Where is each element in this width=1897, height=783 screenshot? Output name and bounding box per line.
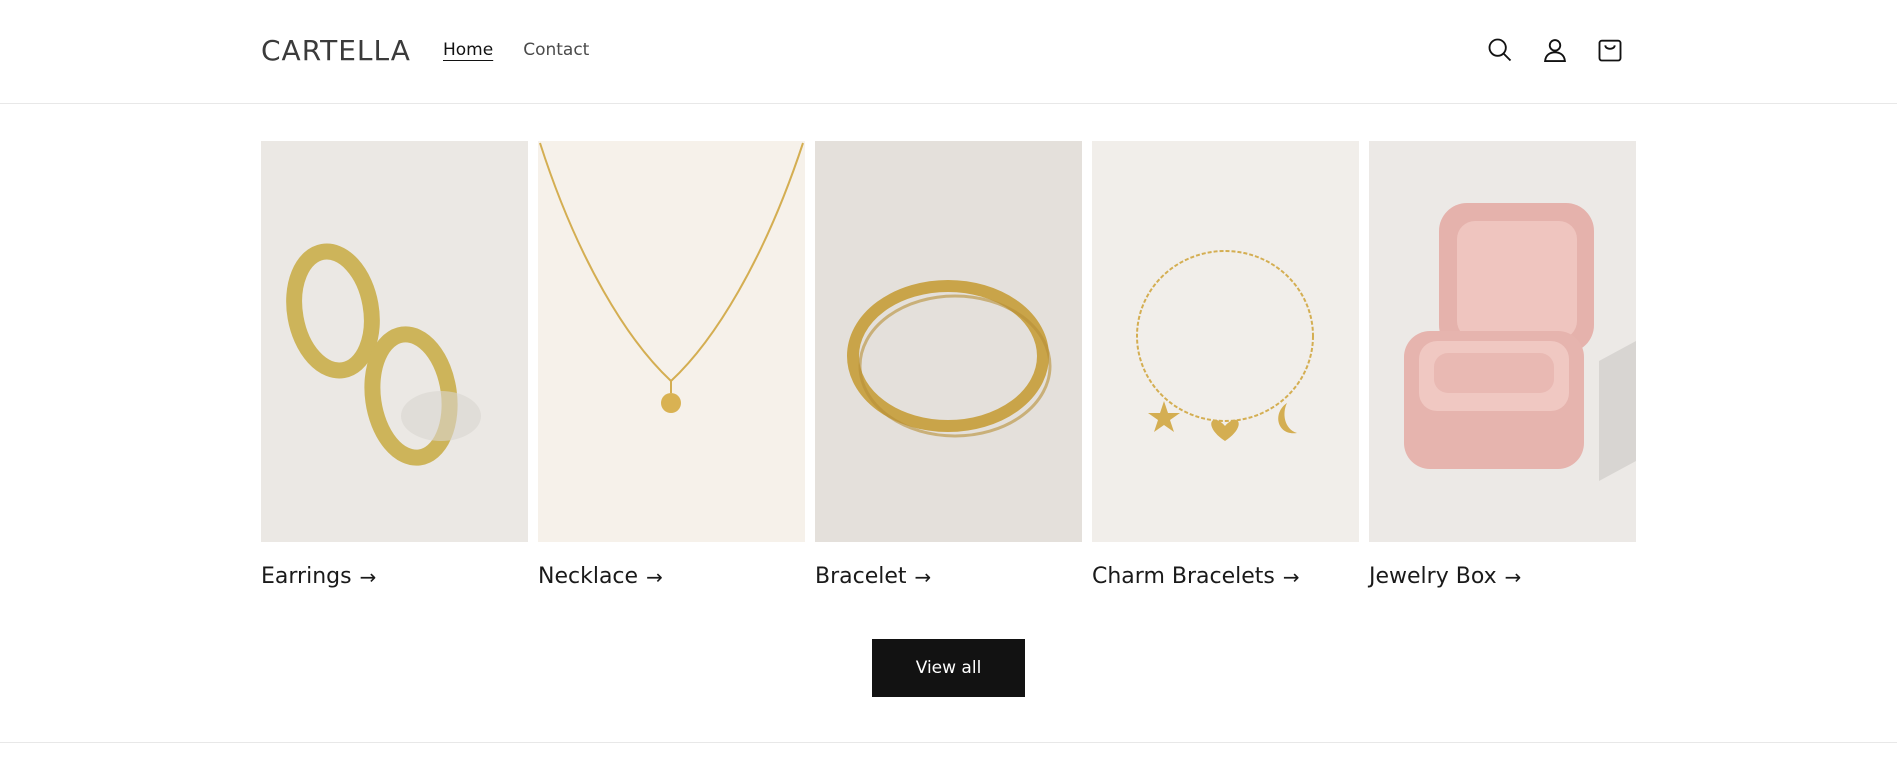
collection-card-necklace[interactable]: Necklace → — [538, 141, 805, 589]
arrow-right-icon: → — [1282, 564, 1300, 589]
collection-card-earrings[interactable]: Earrings → — [261, 141, 528, 589]
bracelet-image[interactable] — [815, 141, 1082, 542]
collection-label: Earrings — [261, 564, 352, 589]
account-icon[interactable] — [1539, 32, 1571, 68]
nav-contact-link[interactable]: Contact — [523, 40, 589, 60]
collection-title[interactable]: Charm Bracelets → — [1092, 564, 1359, 589]
arrow-right-icon: → — [359, 564, 377, 589]
header-icons — [1484, 32, 1626, 68]
collection-label: Jewelry Box — [1369, 564, 1497, 589]
collection-title[interactable]: Earrings → — [261, 564, 528, 589]
earrings-image[interactable] — [261, 141, 528, 542]
jewelry-box-image[interactable] — [1369, 141, 1636, 542]
collection-title[interactable]: Bracelet → — [815, 564, 1082, 589]
arrow-right-icon: → — [914, 564, 932, 589]
collection-label: Charm Bracelets — [1092, 564, 1275, 589]
site-header: CARTELLA Home Contact — [0, 0, 1897, 104]
footer-divider — [0, 742, 1897, 743]
charm-bracelets-image[interactable] — [1092, 141, 1359, 542]
necklace-image[interactable] — [538, 141, 805, 542]
collection-label: Necklace — [538, 564, 639, 589]
collection-title[interactable]: Jewelry Box → — [1369, 564, 1636, 589]
collection-card-bracelet[interactable]: Bracelet → — [815, 141, 1082, 589]
search-icon[interactable] — [1484, 32, 1516, 68]
collection-label: Bracelet — [815, 564, 907, 589]
collection-card-jewelry-box[interactable]: Jewelry Box → — [1369, 141, 1636, 589]
collection-card-charm-bracelets[interactable]: Charm Bracelets → — [1092, 141, 1359, 589]
main-nav: Home Contact — [443, 40, 589, 60]
store-logo[interactable]: CARTELLA — [261, 34, 411, 67]
collection-grid: Earrings → Necklace → Bracelet → Charm B… — [261, 141, 1636, 589]
arrow-right-icon: → — [646, 564, 663, 589]
view-all-button[interactable]: View all — [872, 639, 1025, 697]
collection-title[interactable]: Necklace → — [538, 564, 805, 589]
arrow-right-icon: → — [1504, 564, 1522, 589]
nav-home-link[interactable]: Home — [443, 40, 493, 60]
cart-icon[interactable] — [1594, 32, 1626, 68]
